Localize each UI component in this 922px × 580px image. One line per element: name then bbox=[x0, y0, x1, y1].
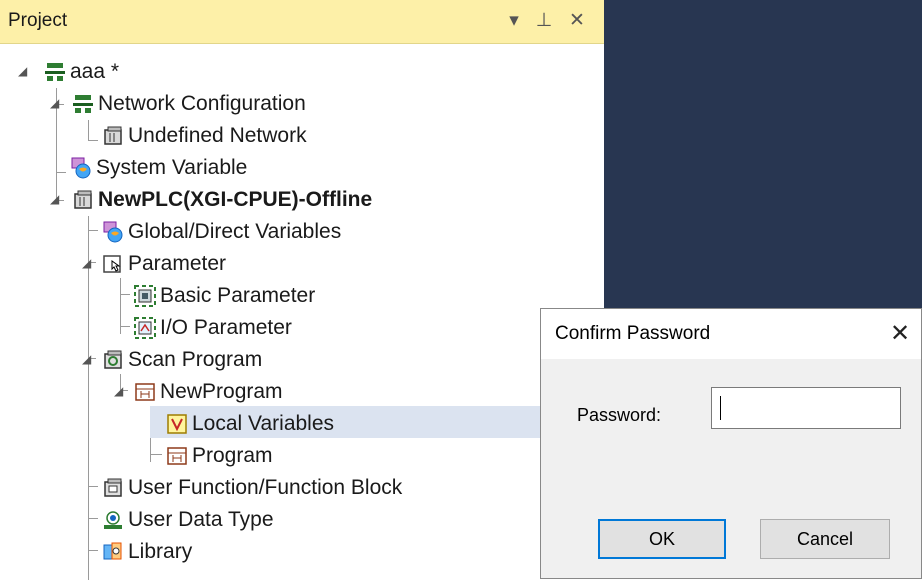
tree-label: Undefined Network bbox=[128, 124, 307, 147]
tree-node-scan-program[interactable]: Scan Program bbox=[102, 344, 262, 376]
tree-node-new-program[interactable]: NewProgram bbox=[134, 376, 283, 408]
function-block-icon bbox=[102, 477, 124, 499]
tree-node-network-configuration[interactable]: Network Configuration bbox=[72, 88, 306, 120]
tree-node-parameter[interactable]: Parameter bbox=[102, 248, 226, 280]
tree-label: I/O Parameter bbox=[160, 316, 292, 339]
text-caret bbox=[720, 396, 721, 420]
project-panel: Project ▾ ⊥ ✕ ◢ aaa * ◢ Network Configur… bbox=[0, 0, 604, 580]
parameter-icon bbox=[102, 253, 124, 275]
pin-icon[interactable]: ⊥ bbox=[533, 8, 555, 34]
tree-node-basic-parameter[interactable]: Basic Parameter bbox=[134, 280, 315, 312]
plc-icon bbox=[102, 125, 124, 147]
dialog-title: Confirm Password bbox=[555, 323, 711, 344]
panel-title: Project bbox=[8, 10, 68, 31]
tree-node-user-function-block[interactable]: User Function/Function Block bbox=[102, 472, 402, 504]
tree-node-local-variables[interactable]: Local Variables bbox=[166, 408, 334, 440]
password-label: Password: bbox=[577, 405, 662, 425]
tree-node-root[interactable]: aaa * bbox=[44, 56, 119, 88]
tree-label: NewPLC(XGI-CPUE)-Offline bbox=[98, 188, 373, 211]
tree-node-user-data-type[interactable]: User Data Type bbox=[102, 504, 274, 536]
tree-node-global-direct-variables[interactable]: Global/Direct Variables bbox=[102, 216, 341, 248]
tree-label: System Variable bbox=[96, 156, 248, 179]
close-icon[interactable]: ✕ bbox=[566, 8, 588, 34]
variable-icon bbox=[70, 157, 92, 179]
tree-label: User Data Type bbox=[128, 508, 274, 531]
tree-label: Local Variables bbox=[192, 412, 335, 435]
tree-label: Program bbox=[192, 444, 273, 467]
project-panel-header: Project ▾ ⊥ ✕ bbox=[0, 0, 604, 44]
tree-label: Parameter bbox=[128, 252, 227, 275]
dialog-close-icon[interactable]: ✕ bbox=[883, 317, 917, 351]
tree-label: aaa * bbox=[70, 60, 120, 83]
tree-node-library[interactable]: Library bbox=[102, 536, 192, 568]
program-icon bbox=[134, 381, 156, 403]
confirm-password-dialog: Confirm Password ✕ Password: OK Cancel bbox=[540, 308, 922, 579]
network-icon bbox=[72, 93, 94, 115]
tree-label: User Function/Function Block bbox=[128, 476, 403, 499]
local-variables-icon bbox=[166, 413, 188, 435]
program-icon bbox=[166, 445, 188, 467]
scan-program-icon bbox=[102, 349, 124, 371]
basic-parameter-icon bbox=[134, 285, 156, 307]
tree-node-plc[interactable]: NewPLC(XGI-CPUE)-Offline bbox=[72, 184, 372, 216]
tree-node-io-parameter[interactable]: I/O Parameter bbox=[134, 312, 292, 344]
dialog-titlebar: Confirm Password ✕ bbox=[541, 309, 921, 359]
tree-node-program[interactable]: Program bbox=[166, 440, 273, 472]
plc-icon bbox=[72, 189, 94, 211]
data-type-icon bbox=[102, 509, 124, 531]
io-parameter-icon bbox=[134, 317, 156, 339]
tree-label: Scan Program bbox=[128, 348, 263, 371]
project-tree: ◢ aaa * ◢ Network Configuration Undefine… bbox=[0, 44, 604, 580]
tree-node-undefined-network[interactable]: Undefined Network bbox=[102, 120, 307, 152]
tree-node-system-variable[interactable]: System Variable bbox=[70, 152, 247, 184]
tree-label: NewProgram bbox=[160, 380, 283, 403]
library-icon bbox=[102, 541, 124, 563]
dropdown-icon[interactable]: ▾ bbox=[503, 8, 525, 34]
password-input[interactable] bbox=[711, 387, 901, 429]
tree-label: Global/Direct Variables bbox=[128, 220, 342, 243]
ok-button[interactable]: OK bbox=[598, 519, 726, 559]
network-icon bbox=[44, 61, 66, 83]
tree-label: Basic Parameter bbox=[160, 284, 316, 307]
variable-icon bbox=[102, 221, 124, 243]
cancel-button[interactable]: Cancel bbox=[760, 519, 890, 559]
tree-label: Library bbox=[128, 540, 193, 563]
tree-label: Network Configuration bbox=[98, 92, 306, 115]
